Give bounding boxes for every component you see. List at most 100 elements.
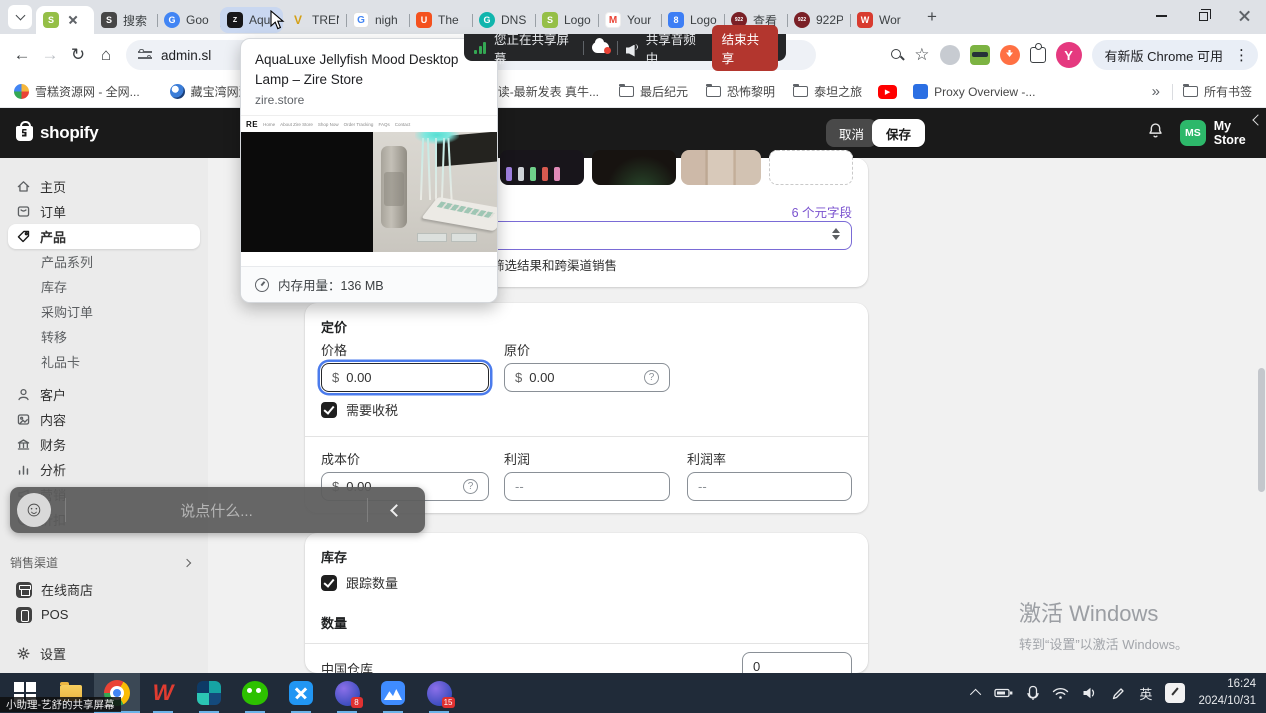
browser-tab[interactable]: GGoo	[157, 6, 220, 34]
tray-expand-icon[interactable]	[970, 689, 981, 700]
sidebar-item-gift-cards[interactable]: 礼品卡	[8, 349, 200, 374]
sidebar-item-transfers[interactable]: 转移	[8, 324, 200, 349]
tray-gauge-icon[interactable]	[1165, 683, 1185, 703]
browser-icon: 8	[335, 681, 360, 706]
profile-avatar[interactable]: Y	[1056, 42, 1082, 68]
taskbar-browser-8[interactable]: 8	[324, 673, 370, 713]
save-button[interactable]: 保存	[872, 119, 925, 147]
notifications-bell-icon[interactable]	[1147, 122, 1164, 139]
extensions-puzzle-icon[interactable]	[1030, 47, 1046, 63]
profit-value: --	[515, 479, 524, 494]
taskbar-app-mountain[interactable]	[370, 673, 416, 713]
sidebar-item-content[interactable]: 内容	[8, 407, 200, 432]
cancel-button[interactable]: 取消	[826, 119, 877, 147]
reload-button[interactable]: ↻	[64, 41, 92, 69]
browser-tab[interactable]: UThe	[409, 6, 472, 34]
sidebar-item-customers[interactable]: 客户	[8, 382, 200, 407]
smiley-avatar-icon[interactable]: ☺	[17, 493, 51, 527]
ime-language-indicator[interactable]: 英	[1139, 684, 1152, 703]
phone-icon[interactable]	[1027, 685, 1039, 701]
bookmark-folder[interactable]: 最后纪元	[613, 83, 694, 100]
chat-input-placeholder[interactable]: 说点什么...	[80, 500, 353, 521]
bookmark-item[interactable]: 雪糕资源网 - 全网...	[8, 83, 146, 100]
store-menu[interactable]: MS My Store	[1180, 119, 1266, 147]
taskbar-wechat[interactable]	[232, 673, 278, 713]
taskbar-app-shield[interactable]	[186, 673, 232, 713]
taskbar-wps[interactable]: W	[140, 673, 186, 713]
sidebar-item-pos[interactable]: POS	[8, 602, 200, 627]
collapse-chevron-icon[interactable]	[390, 504, 403, 517]
restore-button[interactable]	[1182, 0, 1224, 32]
scrollbar-thumb[interactable]	[1258, 368, 1265, 492]
sidebar-item-analytics[interactable]: 分析	[8, 457, 200, 482]
extension-download-icon[interactable]	[1000, 45, 1020, 65]
taskbar-browser-15[interactable]: 15	[416, 673, 462, 713]
price-input[interactable]: $0.00	[321, 363, 489, 392]
chat-overlay-widget[interactable]: ☺ 说点什么...	[10, 487, 425, 533]
browser-tab[interactable]: WWor	[850, 6, 913, 34]
chrome-update-chip[interactable]: 有新版 Chrome 可用⋮	[1092, 40, 1258, 70]
sidebar-item-products[interactable]: 产品	[8, 224, 200, 249]
product-thumbnail[interactable]	[681, 150, 761, 185]
help-icon[interactable]: ?	[644, 370, 659, 385]
close-button[interactable]	[1224, 0, 1266, 32]
new-tab-button[interactable]: +	[919, 4, 945, 30]
bookmark-folder[interactable]: 泰坦之旅	[787, 83, 868, 100]
sales-channels-header[interactable]: 销售渠道	[8, 554, 200, 571]
margin-input[interactable]: --	[687, 472, 852, 501]
cloud-app-icon[interactable]	[592, 42, 609, 53]
sidebar-item-inventory[interactable]: 库存	[8, 274, 200, 299]
sidebar-item-online-store[interactable]: 在线商店	[8, 577, 200, 602]
browser-tab[interactable]: 922922P	[787, 6, 850, 34]
bookmark-folder[interactable]: 恐怖黎明	[700, 83, 781, 100]
browser-tab-active[interactable]: S	[36, 6, 94, 34]
bookmark-item[interactable]: 读-最新发表 真牛...	[492, 83, 605, 100]
minimize-button[interactable]	[1140, 0, 1182, 32]
extension-glasses-icon[interactable]	[970, 45, 990, 65]
forward-button[interactable]: →	[36, 41, 64, 69]
browser-tab[interactable]: Gnigh	[346, 6, 409, 34]
stop-sharing-button[interactable]: 结束共享	[712, 25, 778, 71]
bookmark-youtube[interactable]: ▶	[872, 85, 903, 99]
wifi-icon[interactable]	[1052, 687, 1069, 700]
home-button[interactable]: ⌂	[92, 41, 120, 69]
tab-close-icon[interactable]	[65, 12, 81, 28]
sidebar-item-orders[interactable]: 订单	[8, 199, 200, 224]
sidebar-item-purchase-orders[interactable]: 采购订单	[8, 299, 200, 324]
sidebar-item-settings[interactable]: 设置	[8, 641, 200, 666]
signal-bars-icon	[474, 42, 486, 54]
zoom-search-icon[interactable]	[891, 49, 904, 62]
product-thumbnail[interactable]	[500, 150, 584, 185]
compare-price-input[interactable]: $0.00?	[504, 363, 670, 392]
browser-tab[interactable]: S搜索	[94, 6, 157, 34]
browser-tab[interactable]: VTREN	[283, 6, 346, 34]
profit-input[interactable]: --	[504, 472, 670, 501]
taskbar-clock[interactable]: 16:24 2024/10/31	[1198, 676, 1256, 711]
battery-icon[interactable]	[994, 686, 1014, 700]
checkbox-checked-icon[interactable]	[321, 575, 337, 591]
checkbox-checked-icon[interactable]	[321, 402, 337, 418]
bookmark-star-icon[interactable]: ☆	[914, 45, 929, 65]
sidebar-item-home[interactable]: 主页	[8, 174, 200, 199]
sidebar-item-finance[interactable]: 财务	[8, 432, 200, 457]
volume-icon[interactable]	[1082, 686, 1098, 700]
track-quantity-row[interactable]: 跟踪数量	[321, 573, 398, 592]
all-bookmarks-folder[interactable]: 所有书签	[1177, 83, 1258, 100]
charge-tax-row[interactable]: 需要收税	[321, 400, 398, 419]
bookmarks-overflow-icon[interactable]: »	[1144, 83, 1168, 100]
menu-kebab-icon[interactable]: ⋮	[1229, 46, 1254, 64]
tab-search-button[interactable]	[8, 5, 32, 29]
sidebar-item-collections[interactable]: 产品系列	[8, 249, 200, 274]
metafields-link[interactable]: 6 个元字段	[792, 202, 852, 221]
help-icon[interactable]: ?	[463, 479, 478, 494]
add-media-tile[interactable]	[769, 150, 853, 185]
taskbar-app-x[interactable]	[278, 673, 324, 713]
quantity-input[interactable]: 0	[742, 652, 852, 673]
bookmark-item[interactable]: Proxy Overview -...	[907, 84, 1041, 99]
bookmark-label: 读-最新发表 真牛...	[498, 83, 599, 100]
extension-icon[interactable]	[940, 45, 960, 65]
product-thumbnail[interactable]	[592, 150, 676, 185]
pen-icon[interactable]	[1111, 686, 1126, 701]
back-button[interactable]: ←	[8, 41, 36, 69]
site-settings-icon[interactable]	[138, 49, 152, 61]
